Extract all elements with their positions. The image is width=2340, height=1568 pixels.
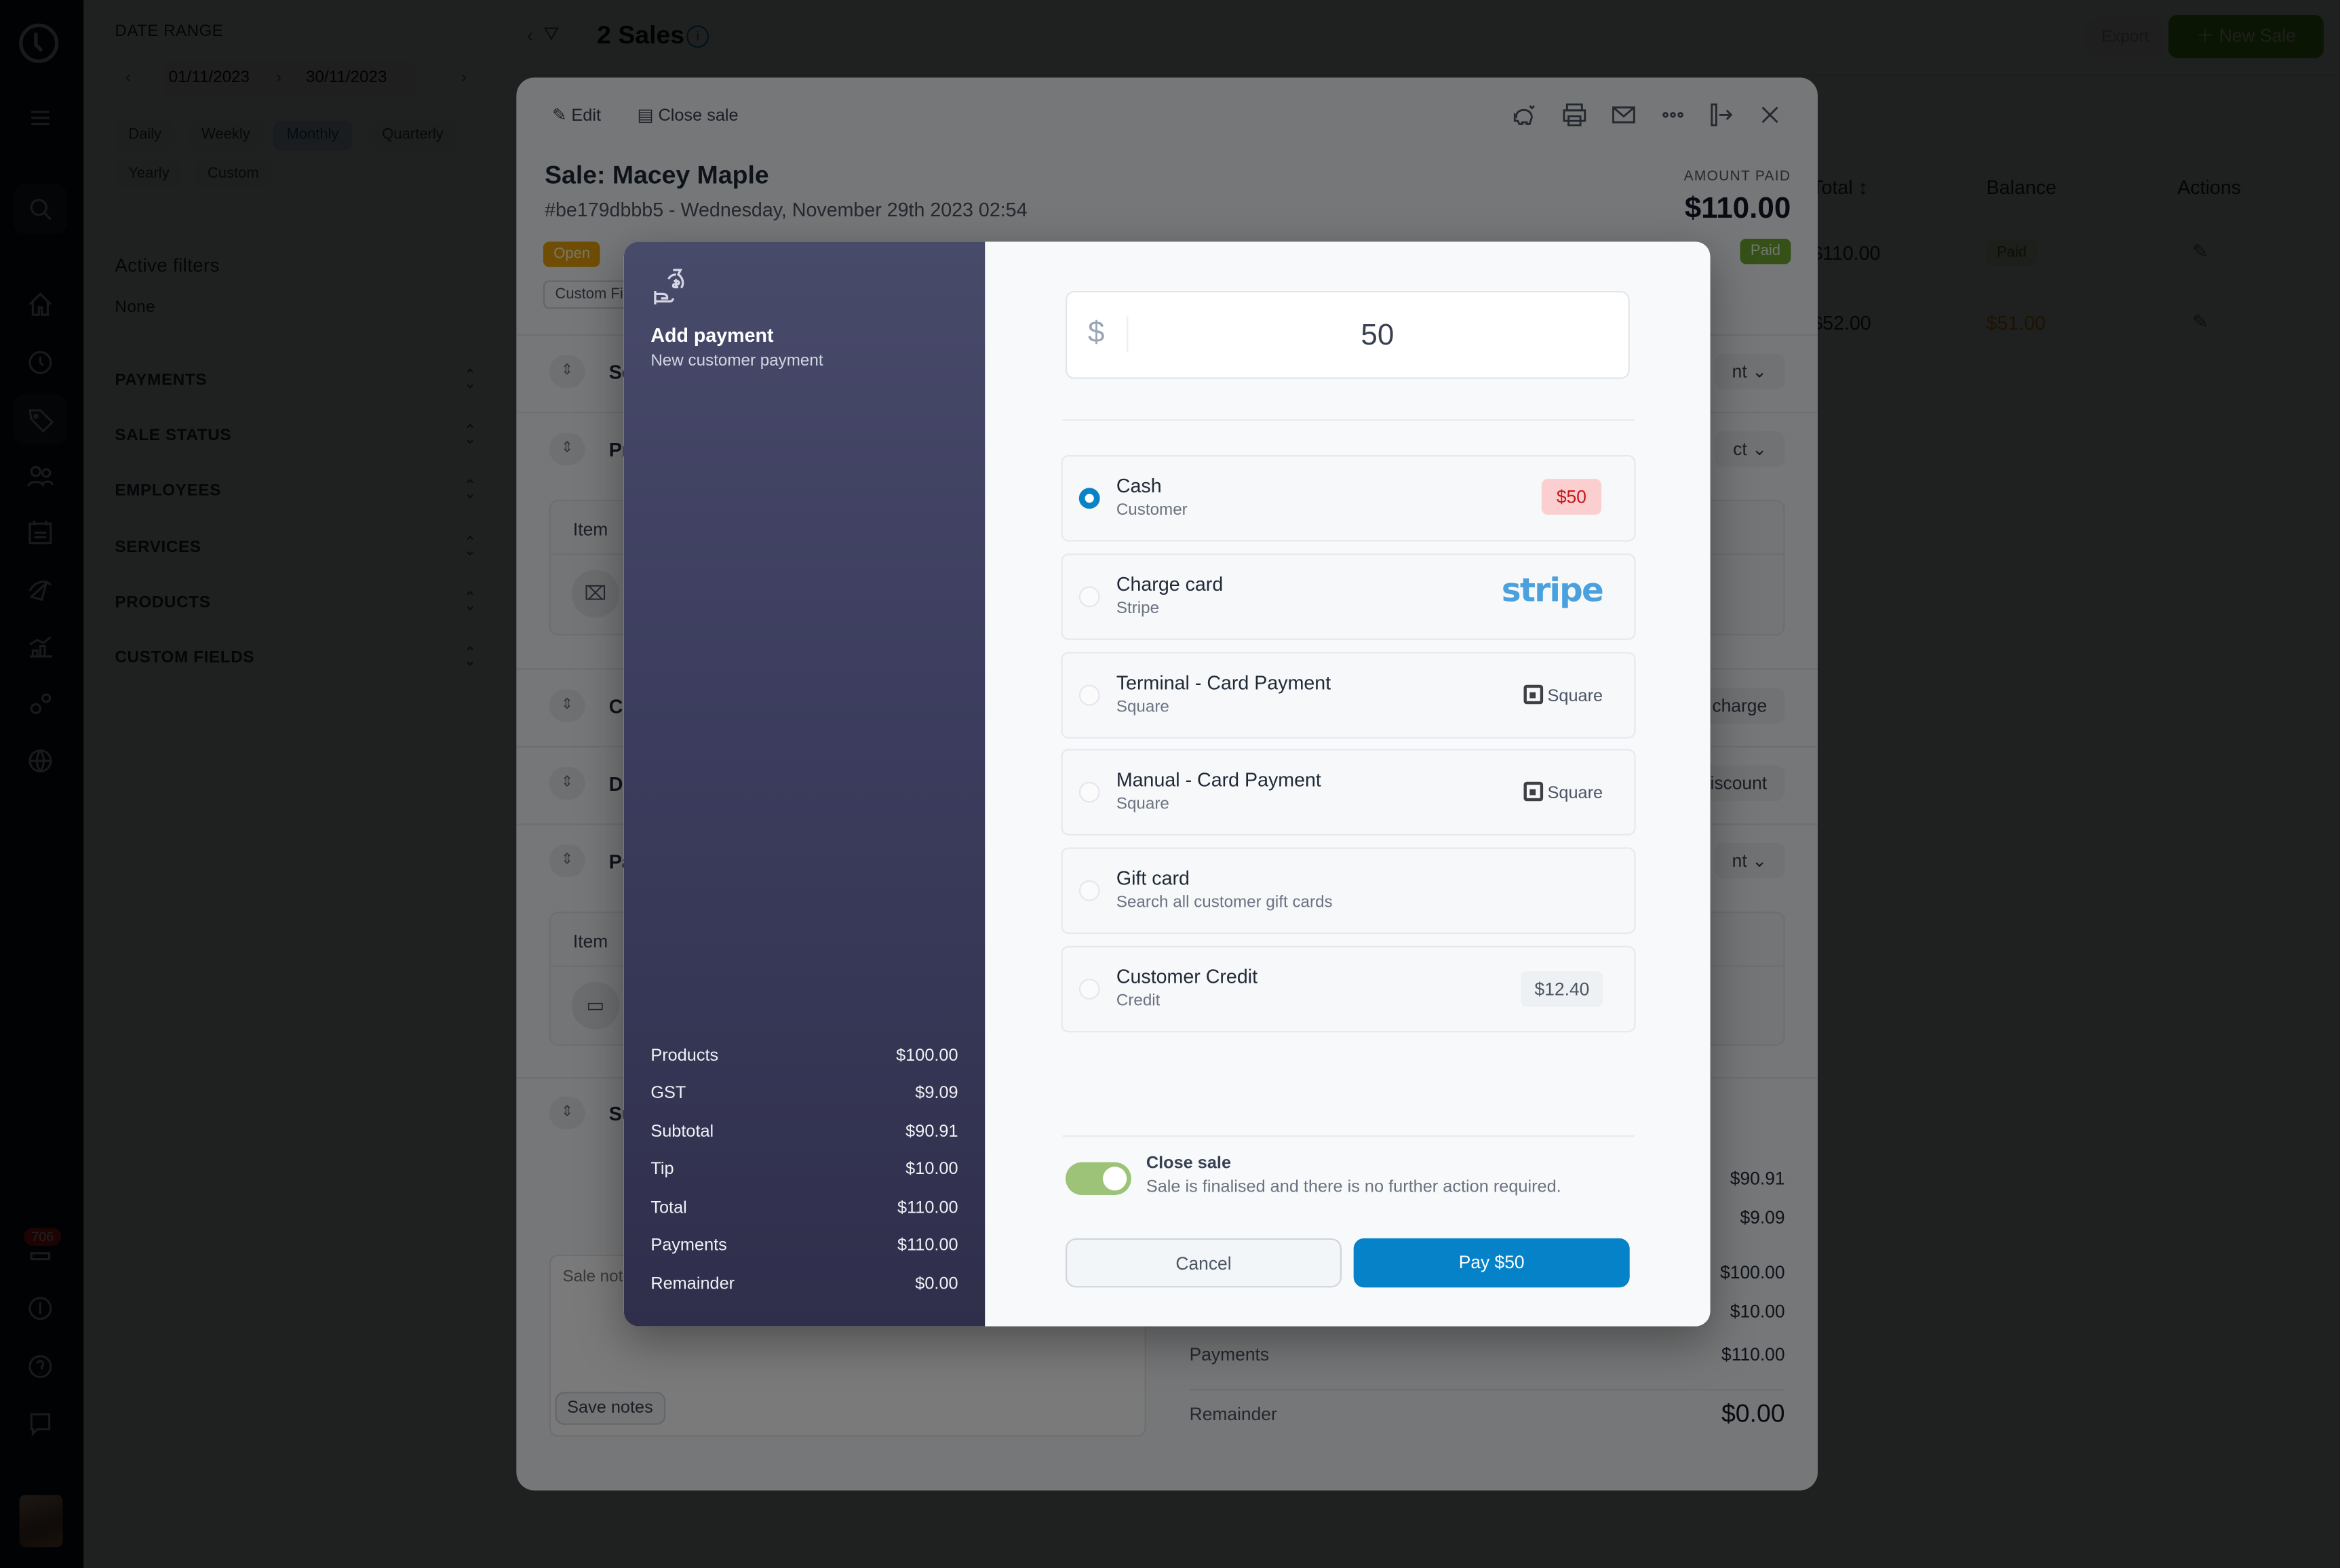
square-label: Square xyxy=(1547,688,1603,706)
square-icon xyxy=(1523,684,1543,705)
summary-label: Products xyxy=(650,1047,719,1065)
modal-title: Add payment xyxy=(650,324,774,347)
close-sale-toggle[interactable] xyxy=(1066,1162,1131,1196)
credit-balance-badge: $12.40 xyxy=(1521,971,1603,1007)
summary-row-products: Products $100.00 xyxy=(650,1047,958,1065)
payment-form: $ Cash Customer $50 Charge card Stripe s… xyxy=(985,241,1710,1326)
method-title: Customer Credit xyxy=(1116,965,1258,988)
cancel-button[interactable]: Cancel xyxy=(1066,1238,1342,1288)
method-subtitle: Square xyxy=(1116,698,1169,716)
pay-button[interactable]: Pay $50 xyxy=(1353,1238,1630,1288)
method-title: Manual - Card Payment xyxy=(1116,768,1321,791)
radio-unselected[interactable] xyxy=(1078,586,1100,608)
summary-label: Remainder xyxy=(650,1275,735,1294)
payment-method-gift-card[interactable]: Gift card Search all customer gift cards xyxy=(1061,847,1636,935)
summary-row-remainder: Remainder $0.00 xyxy=(650,1276,958,1293)
summary-value: $0.00 xyxy=(915,1275,958,1294)
payment-method-cash[interactable]: Cash Customer $50 xyxy=(1061,454,1636,542)
summary-label: Tip xyxy=(650,1160,674,1179)
method-title: Terminal - Card Payment xyxy=(1116,671,1331,694)
square-logo: Square xyxy=(1523,781,1603,803)
app-screen: 706 DATE RANGE ‹ 01/11/2023 › 30/11/2023… xyxy=(0,0,2340,1568)
summary-row-subtotal: Subtotal $90.91 xyxy=(650,1123,958,1141)
square-logo: Square xyxy=(1523,684,1603,706)
method-title: Cash xyxy=(1116,474,1162,497)
summary-row-payments: Payments $110.00 xyxy=(650,1237,958,1255)
method-subtitle: Search all customer gift cards xyxy=(1116,893,1333,912)
summary-row-tip: Tip $10.00 xyxy=(650,1160,958,1178)
stripe-logo: stripe xyxy=(1501,572,1604,610)
summary-value: $100.00 xyxy=(896,1047,958,1065)
radio-selected[interactable] xyxy=(1078,488,1100,509)
radio-unselected[interactable] xyxy=(1078,880,1100,901)
method-subtitle: Stripe xyxy=(1116,600,1160,618)
radio-unselected[interactable] xyxy=(1078,781,1100,803)
toggle-knob xyxy=(1103,1167,1127,1191)
summary-label: Subtotal xyxy=(650,1123,714,1141)
payment-summary-panel: Add payment New customer payment Product… xyxy=(623,241,986,1327)
radio-unselected[interactable] xyxy=(1078,979,1100,1000)
divider xyxy=(1062,419,1635,421)
amount-field: $ xyxy=(1066,290,1630,379)
currency-symbol: $ xyxy=(1088,316,1105,349)
add-payment-modal: Add payment New customer payment Product… xyxy=(623,241,1711,1327)
method-title: Gift card xyxy=(1116,867,1190,890)
close-sale-toggle-description: Sale is finalised and there is no furthe… xyxy=(1146,1178,1561,1197)
summary-value: $110.00 xyxy=(897,1236,958,1255)
summary-value: $90.91 xyxy=(905,1123,958,1141)
divider xyxy=(1062,1135,1635,1137)
summary-label: GST xyxy=(650,1084,686,1103)
cash-amount-badge: $50 xyxy=(1541,479,1601,515)
money-bag-hand-icon xyxy=(650,266,693,308)
square-label: Square xyxy=(1547,785,1603,803)
divider xyxy=(1127,316,1129,353)
method-subtitle: Customer xyxy=(1116,501,1188,520)
summary-value: $110.00 xyxy=(897,1199,958,1218)
method-subtitle: Credit xyxy=(1116,992,1161,1011)
modal-subtitle: New customer payment xyxy=(650,352,823,370)
summary-label: Total xyxy=(650,1199,687,1218)
square-icon xyxy=(1523,781,1543,802)
radio-unselected[interactable] xyxy=(1078,684,1100,706)
payment-method-terminal-card[interactable]: Terminal - Card Payment Square Square xyxy=(1061,652,1636,739)
summary-value: $9.09 xyxy=(915,1084,958,1103)
payment-method-manual-card[interactable]: Manual - Card Payment Square Square xyxy=(1061,749,1636,836)
payment-method-customer-credit[interactable]: Customer Credit Credit $12.40 xyxy=(1061,945,1636,1033)
summary-row-gst: GST $9.09 xyxy=(650,1084,958,1102)
method-title: Charge card xyxy=(1116,572,1224,595)
close-sale-toggle-label: Close sale xyxy=(1146,1154,1232,1173)
summary-label: Payments xyxy=(650,1236,727,1255)
summary-value: $10.00 xyxy=(905,1160,958,1179)
amount-input[interactable] xyxy=(1135,304,1620,368)
payment-method-charge-card[interactable]: Charge card Stripe stripe xyxy=(1061,553,1636,640)
summary-row-total: Total $110.00 xyxy=(650,1200,958,1217)
method-subtitle: Square xyxy=(1116,795,1169,813)
